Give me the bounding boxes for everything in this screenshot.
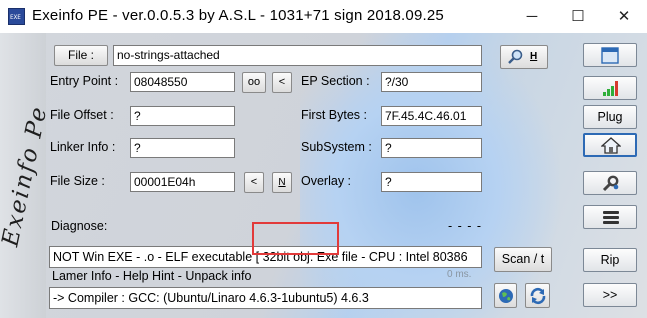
search-hotkey-label: H	[530, 51, 538, 62]
rip-button-label: Rip	[600, 253, 620, 267]
refresh-icon	[529, 287, 547, 308]
signal-bars-icon	[602, 80, 620, 100]
file-offset-field[interactable]: ?	[130, 106, 235, 126]
linker-info-field[interactable]: ?	[130, 138, 235, 158]
refresh-button[interactable]	[525, 283, 550, 308]
overlay-field[interactable]: ?	[381, 172, 482, 192]
compiler-info-field[interactable]: -> Compiler : GCC: (Ubuntu/Linaro 4.6.3-…	[49, 287, 482, 309]
maximize-button[interactable]: ☐	[555, 0, 601, 33]
linker-info-label: Linker Info :	[50, 140, 116, 154]
plug-button-label: Plug	[597, 110, 623, 124]
file-size-field[interactable]: 00001E04h	[130, 172, 235, 192]
title-bar: EXE Exeinfo PE - ver.0.0.5.3 by A.S.L - …	[0, 0, 647, 33]
next-button[interactable]: >>	[583, 283, 637, 307]
web-button[interactable]	[494, 283, 517, 308]
file-button[interactable]: File :	[54, 45, 108, 66]
minimize-button[interactable]: ─	[509, 0, 555, 33]
menu-button[interactable]	[583, 205, 637, 229]
oo-button[interactable]: oo	[242, 72, 266, 93]
first-bytes-field[interactable]: 7F.45.4C.46.01	[381, 106, 482, 126]
open-file-button[interactable]	[583, 43, 637, 67]
scan-button[interactable]: Scan / t	[494, 247, 552, 272]
rip-button[interactable]: Rip	[583, 248, 637, 272]
close-button[interactable]: ✕	[601, 0, 647, 33]
wrench-icon	[601, 175, 619, 195]
first-bytes-label: First Bytes :	[301, 108, 367, 122]
file-offset-label: File Offset :	[50, 108, 114, 122]
ep-section-label: EP Section :	[301, 74, 370, 88]
magnifier-icon	[507, 49, 523, 68]
overlay-label: Overlay :	[301, 174, 352, 188]
scan-timing: 0 ms.	[447, 269, 472, 280]
app-icon: EXE	[8, 8, 25, 25]
annotation-highlight-box	[252, 222, 339, 255]
stats-button[interactable]	[583, 76, 637, 100]
search-button[interactable]: H	[500, 45, 548, 69]
brand-sidebar: Exeinfo Pe	[0, 33, 53, 318]
brand-logo-text: Exeinfo Pe	[0, 103, 53, 249]
window-title: Exeinfo PE - ver.0.0.5.3 by A.S.L - 1031…	[32, 7, 444, 24]
plug-button[interactable]: Plug	[583, 105, 637, 129]
home-icon	[600, 137, 622, 157]
tools-button[interactable]	[583, 171, 637, 195]
globe-icon	[498, 288, 514, 307]
main-panel: Exeinfo Pe File : no-strings-attached H …	[0, 33, 647, 318]
ep-section-field[interactable]: ?/30	[381, 72, 482, 92]
file-size-label: File Size :	[50, 174, 105, 188]
lamer-info-text[interactable]: Lamer Info - Help Hint - Unpack info	[52, 269, 251, 283]
diagnose-dashes: - - - -	[448, 219, 483, 233]
size-n-button[interactable]: N	[272, 172, 292, 193]
entry-prev-button[interactable]: <	[272, 72, 292, 93]
entry-point-label: Entry Point :	[50, 74, 119, 88]
subsystem-label: SubSystem :	[301, 140, 372, 154]
window-icon	[601, 47, 619, 67]
size-prev-button[interactable]: <	[244, 172, 264, 193]
next-button-label: >>	[602, 288, 618, 302]
entry-point-field[interactable]: 08048550	[130, 72, 235, 92]
menu-lines-icon	[602, 210, 620, 228]
subsystem-field[interactable]: ?	[381, 138, 482, 158]
file-name-field[interactable]: no-strings-attached	[113, 45, 482, 66]
diagnose-label: Diagnose:	[51, 219, 108, 233]
home-button[interactable]	[583, 133, 637, 157]
